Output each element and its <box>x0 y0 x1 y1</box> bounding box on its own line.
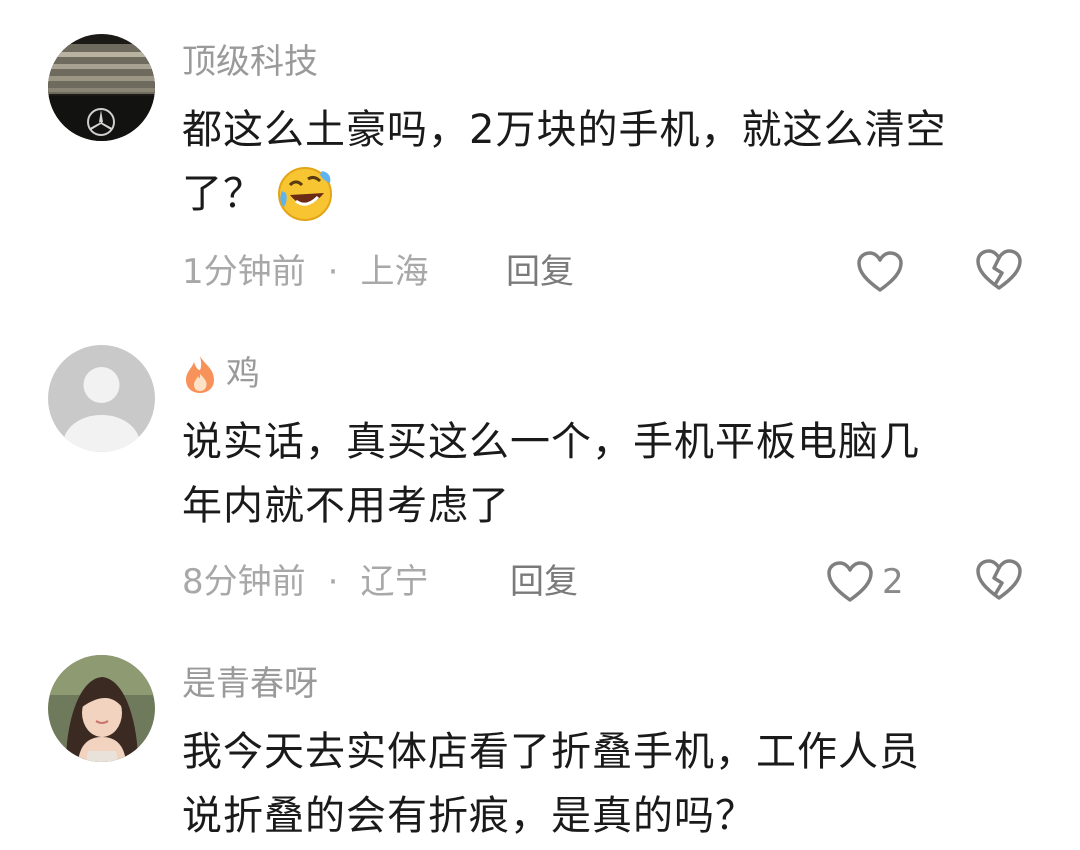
girl-photo-avatar-icon <box>48 655 155 762</box>
comment-text-line: 年内就不用考虑了 <box>182 483 510 529</box>
like-count: 2 <box>882 562 904 602</box>
dislike-button[interactable] <box>975 558 1023 606</box>
broken-heart-icon <box>976 249 1022 290</box>
rolling-laughing-emoji-icon <box>276 165 334 223</box>
username[interactable]: 是青春呀 <box>182 664 318 704</box>
comment-text-line: 我今天去实体店看了折叠手机，工作人员 <box>182 729 920 775</box>
location: 辽宁 <box>360 562 429 602</box>
username[interactable]: 顶级科技 <box>182 42 318 82</box>
comment-text: 我今天去实体店看了折叠手机，工作人员 说折叠的会有折痕，是真的吗？ <box>182 720 1032 848</box>
comment-text: 说实话，真买这么一个，手机平板电脑几 年内就不用考虑了 <box>182 410 1032 538</box>
reply-button[interactable]: 回复 <box>506 252 574 292</box>
meta-separator: · <box>327 252 339 292</box>
meta-separator: · <box>327 562 339 602</box>
default-user-avatar-icon <box>48 345 155 452</box>
reply-button[interactable]: 回复 <box>510 562 578 602</box>
comment-text-fragment: 了？ <box>182 171 264 217</box>
avatar[interactable] <box>48 34 155 141</box>
heart-icon <box>827 561 873 602</box>
like-button[interactable]: 2 <box>826 558 904 606</box>
username-text: 鸡 <box>226 354 260 394</box>
comment-text-line: 都这么土豪吗，2万块的手机，就这么清空 <box>182 107 947 153</box>
comment-text-line: 了？ <box>182 162 1032 226</box>
heart-icon <box>857 251 903 292</box>
timestamp: 1分钟前 <box>182 252 306 292</box>
comment-text-line: 说实话，真买这么一个，手机平板电脑几 <box>182 419 920 465</box>
username[interactable]: 鸡 <box>182 354 260 394</box>
comment-text: 都这么土豪吗，2万块的手机，就这么清空 了？ <box>182 98 1032 226</box>
avatar[interactable] <box>48 655 155 762</box>
fire-icon <box>186 356 214 393</box>
timestamp: 8分钟前 <box>182 562 306 602</box>
location: 上海 <box>360 252 429 292</box>
dislike-button[interactable] <box>975 248 1023 296</box>
comment-text-line: 说折叠的会有折痕，是真的吗？ <box>182 793 756 839</box>
comment-meta: 1分钟前 · 上海 <box>182 252 428 292</box>
avatar[interactable] <box>48 345 155 452</box>
broken-heart-icon <box>976 559 1022 600</box>
comment-meta: 8分钟前 · 辽宁 <box>182 562 428 602</box>
car-grille-avatar-icon <box>48 34 155 141</box>
like-button[interactable] <box>856 248 912 296</box>
